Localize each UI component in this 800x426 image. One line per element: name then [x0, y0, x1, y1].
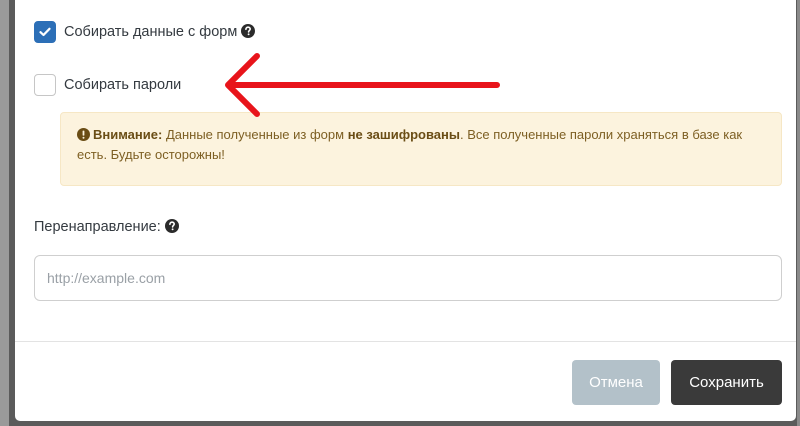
redirect-url-input[interactable]	[34, 255, 782, 301]
redirect-label: Перенаправление:	[34, 219, 161, 235]
warning-title: Внимание:	[93, 127, 163, 142]
backdrop	[0, 0, 9, 426]
warning-emphasis: не зашифрованы	[347, 127, 460, 142]
capture-forms-row[interactable]: Собирать данные с форм	[34, 21, 256, 43]
redirect-label-wrap: Перенаправление:	[34, 219, 179, 235]
footer-divider	[15, 341, 796, 342]
exclamation-circle-icon	[77, 128, 90, 141]
capture-forms-label-wrap: Собирать данные с форм	[64, 24, 256, 40]
question-circle-icon[interactable]	[164, 219, 179, 233]
capture-forms-checkbox[interactable]	[34, 21, 56, 43]
capture-passwords-label: Собирать пароли	[64, 77, 182, 93]
checkmark-icon	[39, 27, 51, 37]
cancel-button[interactable]: Отмена	[572, 360, 660, 405]
capture-passwords-row[interactable]: Собирать пароли	[34, 74, 181, 96]
save-button[interactable]: Сохранить	[671, 360, 782, 405]
capture-forms-label: Собирать данные с форм	[64, 24, 238, 40]
question-circle-icon[interactable]	[241, 24, 256, 38]
warning-alert: Внимание: Данные полученные из форм не з…	[60, 112, 782, 186]
capture-passwords-checkbox[interactable]	[34, 74, 56, 96]
warning-text-part1: Данные полученные из форм	[165, 127, 345, 142]
settings-modal: Собирать данные с форм Собирать пароли В…	[15, 0, 796, 421]
